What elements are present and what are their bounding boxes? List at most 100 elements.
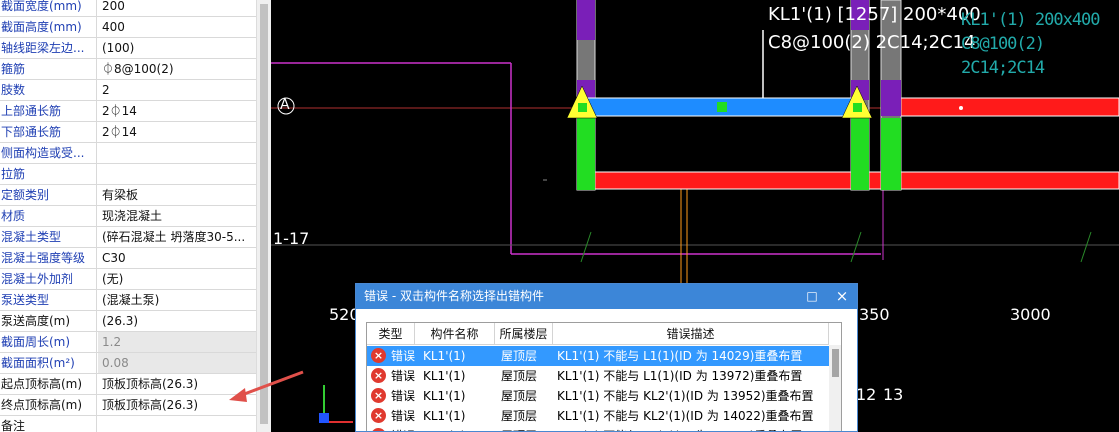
column-header-floor[interactable]: 所属楼层 [495, 323, 553, 345]
property-value[interactable]: 400 [98, 17, 256, 37]
dimension-right: 3000 [1010, 305, 1051, 324]
property-value[interactable]: (26.3) [98, 311, 256, 331]
cell-name[interactable]: KL1'(1) [423, 386, 466, 406]
property-row[interactable]: 混凝土强度等级 C30 [0, 248, 256, 269]
property-value[interactable]: 2 [98, 80, 256, 100]
table-row[interactable]: × 错误 KL1'(1) 屋顶层 KL1'(1) 不能与 KL2'(1)(ID 为 14… [367, 406, 829, 426]
error-icon: × [371, 408, 386, 423]
property-value[interactable]: ⏀8@100(2) [98, 59, 256, 79]
property-value[interactable]: 现浇混凝土 [98, 206, 256, 226]
error-icon: × [371, 388, 386, 403]
property-row[interactable]: 截面宽度(mm) 200 [0, 0, 256, 17]
property-row[interactable]: 终点顶标高(m) 顶板顶标高(26.3) [0, 395, 256, 416]
property-row[interactable]: 混凝土类型 (碎石混凝土 坍落度30-5... [0, 227, 256, 248]
property-key: 混凝土强度等级 [0, 248, 97, 268]
cell-floor: 屋顶层 [501, 369, 538, 383]
property-row[interactable]: 下部通长筋 2⏀14 [0, 122, 256, 143]
property-key: 泵送类型 [0, 290, 97, 310]
table-row[interactable]: × 错误 KL1'(1) 屋顶层 KL1'(1) 不能与 L1(1)(ID 为 1403… [367, 426, 829, 431]
cell-name[interactable]: KL1'(1) [423, 346, 466, 366]
property-key: 泵送高度(m) [0, 311, 97, 331]
beam-label-line1: KL1'(1) [1257] 200*400 [768, 4, 981, 25]
property-row[interactable]: 起点顶标高(m) 顶板顶标高(26.3) [0, 374, 256, 395]
error-icon: × [371, 428, 386, 431]
annotation-arrow [229, 370, 304, 402]
cell-name[interactable]: KL1'(1) [423, 366, 466, 386]
property-row[interactable]: 侧面构造或受... [0, 143, 256, 164]
property-row[interactable]: 混凝土外加剂 (无) [0, 269, 256, 290]
table-row[interactable]: × 错误 KL1'(1) 屋顶层 KL1'(1) 不能与 L1(1)(ID 为 1397… [367, 366, 829, 386]
close-icon[interactable]: × [834, 287, 850, 305]
property-row[interactable]: 材质 现浇混凝土 [0, 206, 256, 227]
cell-desc: KL1'(1) 不能与 KL2'(1)(ID 为 14022)重叠布置 [557, 409, 814, 423]
property-row[interactable]: 上部通长筋 2⏀14 [0, 101, 256, 122]
property-value[interactable] [98, 416, 256, 432]
cell-type: 错误 [391, 349, 416, 363]
property-row[interactable]: 截面高度(mm) 400 [0, 17, 256, 38]
property-scrollbar-thumb[interactable] [260, 4, 268, 424]
cell-floor: 屋顶层 [501, 349, 538, 363]
property-key: 混凝土外加剂 [0, 269, 97, 289]
table-scrollbar[interactable] [829, 345, 841, 431]
property-value[interactable]: 2⏀14 [98, 122, 256, 142]
property-key: 材质 [0, 206, 97, 226]
column-header-type[interactable]: 类型 [367, 323, 415, 345]
cell-floor: 屋顶层 [501, 389, 538, 403]
cell-desc: KL1'(1) 不能与 L1(1)(ID 为 13972)重叠布置 [557, 369, 803, 383]
cyan-beam-label-1: KL1'(1) 200x400 [961, 10, 1101, 30]
dialog-title-bar[interactable]: 错误 - 双击构件名称选择出错构件 □ × [356, 284, 857, 309]
property-value[interactable]: (100) [98, 38, 256, 58]
cell-type: 错误 [391, 369, 416, 383]
property-key: 侧面构造或受... [0, 143, 97, 163]
column-header-desc[interactable]: 错误描述 [553, 323, 829, 345]
cell-desc: KL1'(1) 不能与 L1(1)(ID 为 14033)重叠布置 [557, 426, 802, 431]
property-value[interactable]: (无) [98, 269, 256, 289]
property-row[interactable]: 箍筋 ⏀8@100(2) [0, 59, 256, 80]
property-key: 终点顶标高(m) [0, 395, 97, 415]
property-value[interactable]: 2⏀14 [98, 101, 256, 121]
maximize-icon[interactable]: □ [805, 289, 819, 303]
table-row[interactable]: × 错误 KL1'(1) 屋顶层 KL1'(1) 不能与 KL2'(1)(ID 为 13… [367, 386, 829, 406]
property-value[interactable]: 1.2 [98, 332, 256, 352]
error-dialog: 错误 - 双击构件名称选择出错构件 □ × 类型 构件名称 所属楼层 错误描述 … [355, 283, 858, 432]
property-key: 混凝土类型 [0, 227, 97, 247]
property-value[interactable]: 有梁板 [98, 185, 256, 205]
property-panel: 截面宽度(mm) 200 截面高度(mm) 400 轴线距梁左边... (100) 箍筋 ⏀8… [0, 0, 256, 432]
property-value[interactable]: C30 [98, 248, 256, 268]
property-row[interactable]: 轴线距梁左边... (100) [0, 38, 256, 59]
property-key: 轴线距梁左边... [0, 38, 97, 58]
property-row[interactable]: 备注 [0, 416, 256, 432]
property-key: 截面面积(m²) [0, 353, 97, 373]
cell-type: 错误 [391, 409, 416, 423]
dimension-mid: 350 [859, 305, 890, 324]
property-key: 肢数 [0, 80, 97, 100]
error-icon: × [371, 368, 386, 383]
property-row[interactable]: 定额类别 有梁板 [0, 185, 256, 206]
property-row[interactable]: 泵送高度(m) (26.3) [0, 311, 256, 332]
property-key: 截面高度(mm) [0, 17, 97, 37]
property-key: 拉筋 [0, 164, 97, 184]
property-value[interactable] [98, 143, 256, 163]
property-value[interactable] [98, 164, 256, 184]
cell-type: 错误 [391, 426, 415, 431]
property-row[interactable]: 肢数 2 [0, 80, 256, 101]
error-icon: × [371, 348, 386, 363]
dialog-title: 错误 - 双击构件名称选择出错构件 [364, 289, 544, 303]
property-value[interactable]: 200 [98, 0, 256, 16]
table-scrollbar-thumb[interactable] [832, 349, 839, 377]
column-header-name[interactable]: 构件名称 [415, 323, 495, 345]
property-row[interactable]: 截面面积(m²) 0.08 [0, 353, 256, 374]
cell-name[interactable]: KL1'(1) [423, 406, 466, 426]
cell-desc: KL1'(1) 不能与 L1(1)(ID 为 14029)重叠布置 [557, 349, 803, 363]
property-value[interactable]: (碎石混凝土 坍落度30-5... [98, 227, 256, 247]
axis-label-a: A [280, 97, 290, 113]
cell-name[interactable]: KL1'(1) [423, 426, 466, 431]
property-row[interactable]: 拉筋 [0, 164, 256, 185]
property-row[interactable]: 泵送类型 (混凝土泵) [0, 290, 256, 311]
cell-type: 错误 [391, 389, 416, 403]
property-value[interactable]: (混凝土泵) [98, 290, 256, 310]
property-row[interactable]: 截面周长(m) 1.2 [0, 332, 256, 353]
error-table: 类型 构件名称 所属楼层 错误描述 × 错误 KL1'(1) 屋顶层 KL1'(1) 不… [366, 322, 842, 431]
table-row[interactable]: × 错误 KL1'(1) 屋顶层 KL1'(1) 不能与 L1(1)(ID 为 1402… [367, 346, 829, 366]
property-key: 箍筋 [0, 59, 97, 79]
